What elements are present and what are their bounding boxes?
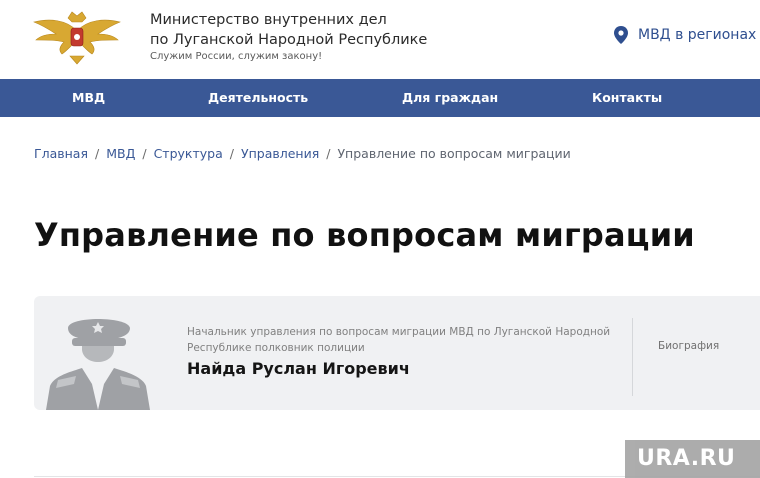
map-pin-icon — [614, 26, 628, 44]
breadcrumb-structure[interactable]: Структура — [154, 146, 223, 161]
card-divider — [632, 318, 633, 396]
double-headed-eagle-emblem-icon[interactable] — [32, 8, 122, 66]
org-name-line2: по Луганской Народной Республике — [150, 32, 428, 48]
breadcrumb-current: Управление по вопросам миграции — [337, 146, 571, 161]
site-header: Министерство внутренних дел по Луганской… — [0, 0, 760, 78]
page-title: Управление по вопросам миграции — [34, 216, 695, 254]
breadcrumb: Главная / МВД / Структура / Управления / Управле… — [34, 146, 571, 161]
person-position: Начальник управления по вопросам миграци… — [187, 326, 611, 354]
breadcrumb-mvd[interactable]: МВД — [106, 146, 135, 161]
breadcrumb-separator: / — [95, 146, 100, 161]
watermark-text: URA.RU — [637, 446, 736, 471]
officer-avatar-placeholder-icon — [46, 319, 150, 410]
motto: Служим России, служим закону! — [150, 51, 323, 62]
breadcrumb-separator: / — [326, 146, 331, 161]
nav-item-contacts[interactable]: Контакты — [592, 90, 662, 105]
breadcrumb-home[interactable]: Главная — [34, 146, 88, 161]
breadcrumb-separator: / — [229, 146, 234, 161]
breadcrumb-separator: / — [142, 146, 147, 161]
org-name-line1: Министерство внутренних дел — [150, 12, 387, 28]
regions-link-label: МВД в регионах — [638, 27, 757, 43]
biography-link[interactable]: Биография — [658, 340, 719, 352]
nav-item-activity[interactable]: Деятельность — [208, 90, 308, 105]
main-navigation: МВД Деятельность Для граждан Контакты — [0, 79, 760, 117]
watermark: URA.RU — [625, 440, 760, 478]
regions-link[interactable]: МВД в регионах — [614, 26, 756, 44]
nav-item-mvd[interactable]: МВД — [72, 90, 105, 105]
organization-name[interactable]: Министерство внутренних дел по Луганской… — [150, 10, 427, 50]
breadcrumb-departments[interactable]: Управления — [241, 146, 319, 161]
person-card: Начальник управления по вопросам миграци… — [34, 296, 760, 410]
nav-item-for-citizens[interactable]: Для граждан — [402, 90, 498, 105]
person-name[interactable]: Найда Руслан Игоревич — [187, 359, 410, 378]
